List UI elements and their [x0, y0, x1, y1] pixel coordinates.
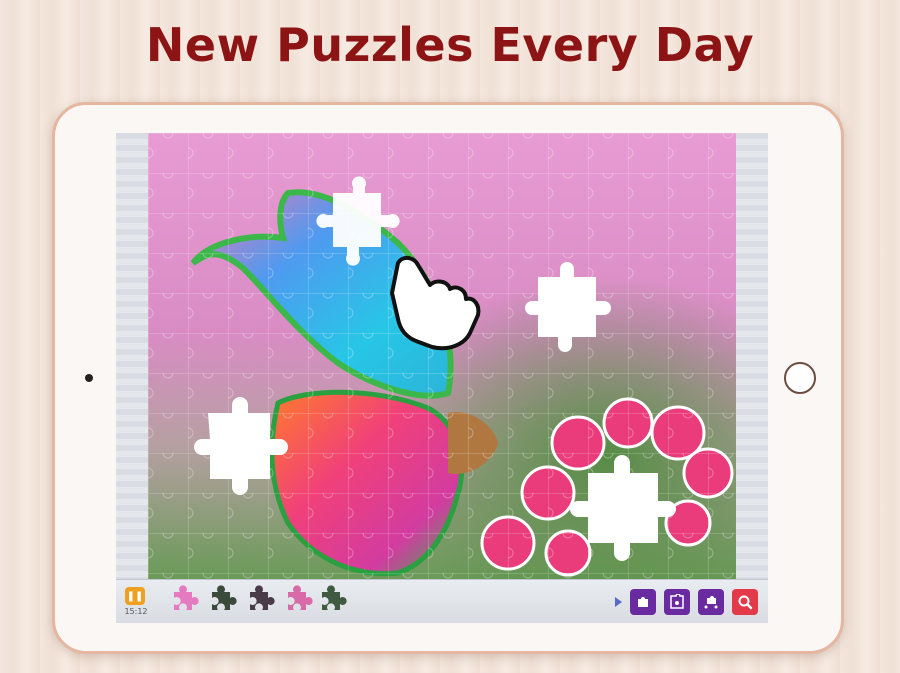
bottom-toolbar: ❚❚ 15:12: [116, 579, 768, 623]
puzzle-image: [148, 133, 736, 579]
left-margin: [116, 133, 148, 579]
pause-icon: ❚❚: [126, 590, 144, 602]
pause-button[interactable]: ❚❚: [125, 587, 145, 605]
magnifier-icon: [738, 595, 753, 610]
piece-hint-button[interactable]: [630, 589, 656, 615]
edge-pieces-icon: [670, 594, 684, 609]
home-button[interactable]: [784, 362, 816, 394]
search-button[interactable]: [732, 589, 758, 615]
game-screen: ❚❚ 15:12: [116, 133, 768, 623]
scatter-pieces-button[interactable]: [698, 589, 724, 615]
tray-piece[interactable]: [166, 584, 200, 618]
tray-piece[interactable]: [242, 584, 276, 618]
tray-piece[interactable]: [280, 584, 314, 618]
arrow-right-icon[interactable]: [615, 597, 622, 607]
edge-pieces-button[interactable]: [664, 589, 690, 615]
piece-hint-icon: [638, 597, 648, 607]
front-camera: [85, 374, 93, 382]
scatter-pieces-icon: [704, 596, 718, 609]
tray-piece[interactable]: [314, 584, 348, 618]
timer: 15:12: [124, 607, 148, 616]
right-margin: [736, 133, 768, 579]
headline: New Puzzles Every Day: [145, 18, 755, 72]
tray-piece[interactable]: [204, 584, 238, 618]
puzzle-board[interactable]: [148, 133, 736, 579]
